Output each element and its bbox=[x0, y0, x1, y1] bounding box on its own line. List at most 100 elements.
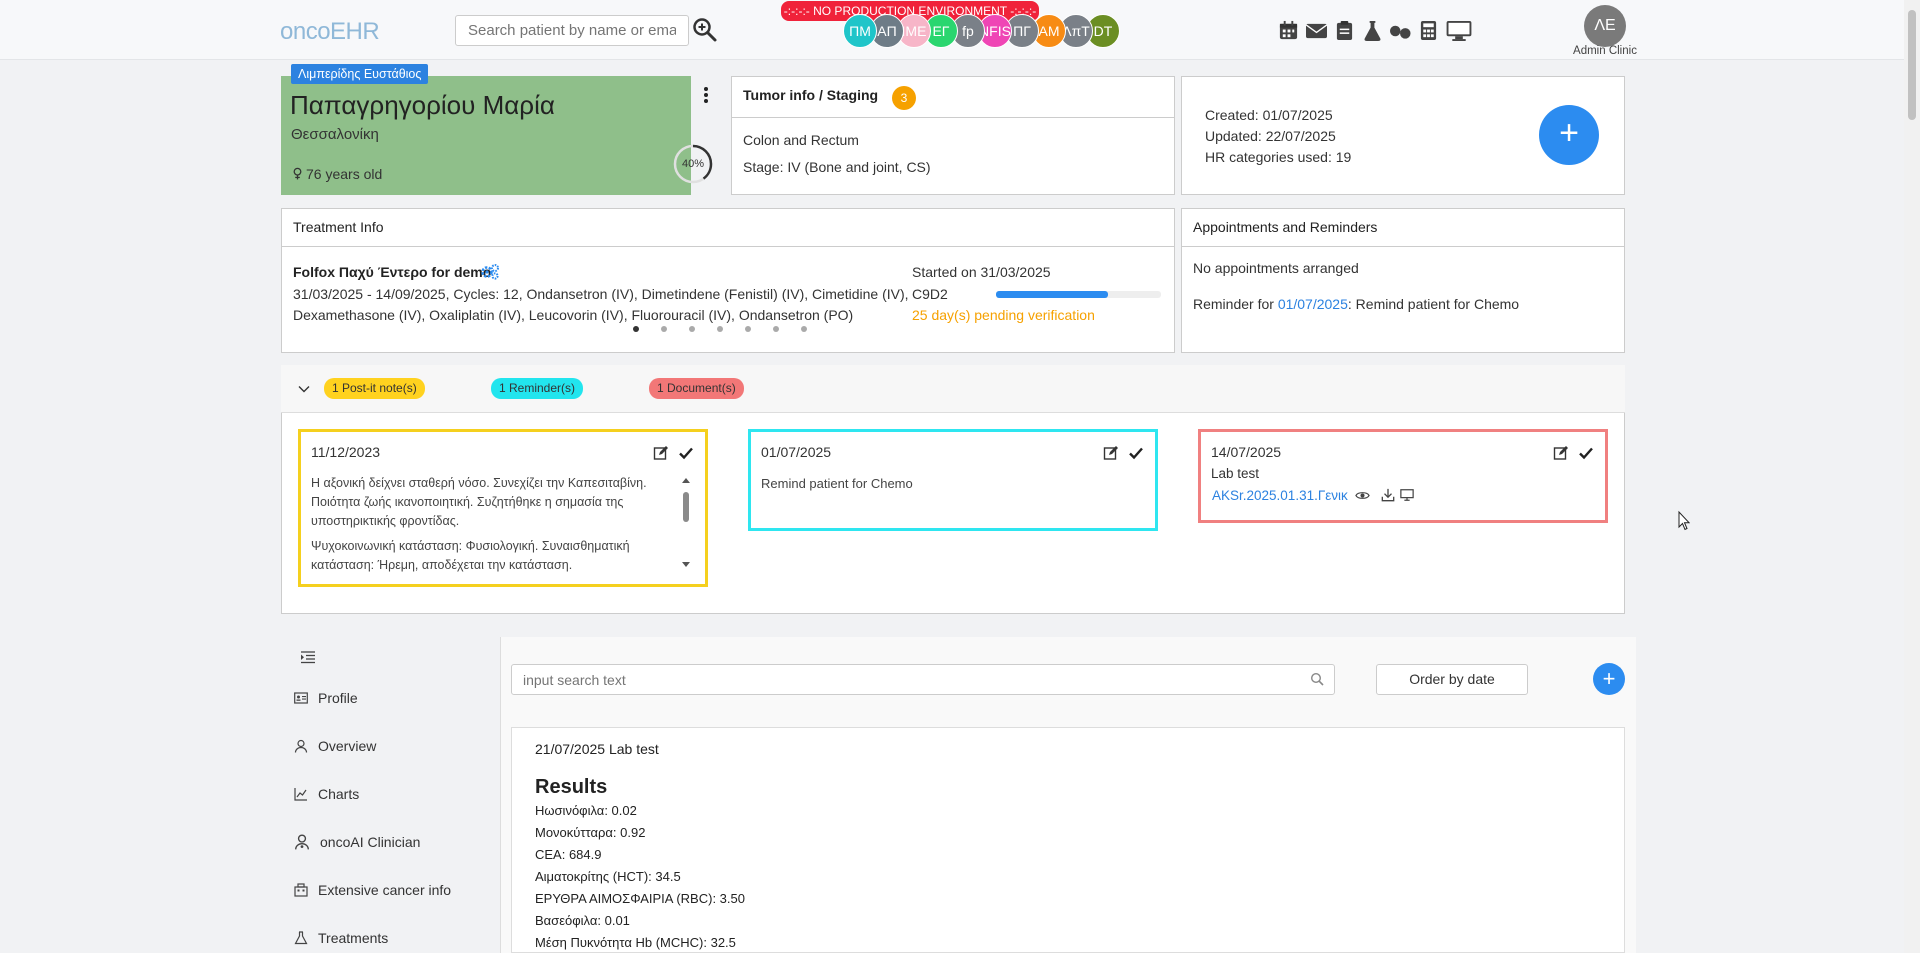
app-logo[interactable]: oncoEHR bbox=[280, 18, 380, 46]
sidebar-item-overview[interactable]: Overview bbox=[294, 731, 376, 761]
check-icon bbox=[1129, 447, 1143, 460]
sidebar-item-label: oncoAI Clinician bbox=[320, 834, 421, 850]
monitor-icon[interactable] bbox=[1444, 18, 1474, 42]
scrollbar-thumb[interactable] bbox=[1908, 10, 1916, 120]
patient-search-input[interactable] bbox=[455, 15, 689, 46]
sidebar-item-label: Overview bbox=[318, 738, 377, 754]
present-document-button[interactable] bbox=[1400, 488, 1416, 504]
download-document-button[interactable] bbox=[1381, 488, 1397, 504]
patient-menu-button[interactable] bbox=[700, 86, 712, 104]
result-row: Μέση Πυκνότητα Hb (MCHC): 32.5 bbox=[535, 935, 736, 950]
search-patient-button[interactable] bbox=[692, 17, 718, 43]
open-patient-avatar[interactable]: ΠΜ bbox=[843, 14, 877, 48]
sidebar-item-treatments[interactable]: Treatments bbox=[294, 923, 388, 953]
postit-date: 11/12/2023 bbox=[311, 444, 381, 460]
results-heading: Results bbox=[535, 776, 608, 798]
updated-date: Updated: 22/07/2025 bbox=[1205, 128, 1336, 144]
carousel-dot[interactable] bbox=[717, 326, 723, 332]
add-entry-button[interactable]: + bbox=[1593, 663, 1625, 695]
mouse-cursor-icon bbox=[1678, 510, 1690, 531]
patient-name: Παπαγρηγορίου Μαρία bbox=[290, 90, 555, 120]
created-date: Created: 01/07/2025 bbox=[1205, 107, 1333, 123]
result-row: CEA: 684.9 bbox=[535, 847, 602, 862]
indent-icon bbox=[301, 651, 315, 664]
edit-document-button[interactable] bbox=[1553, 445, 1569, 461]
tumor-stage: Stage: IV (Bone and joint, CS) bbox=[743, 159, 931, 175]
sidebar-item-oncoai-clinician[interactable]: oncoAI Clinician bbox=[294, 827, 420, 857]
notes-panel-header[interactable] bbox=[281, 365, 1625, 413]
user-avatar[interactable]: ΛΕ bbox=[1584, 5, 1626, 47]
result-row: Μονοκύτταρα: 0.92 bbox=[535, 825, 646, 840]
magnifier-plus-icon bbox=[693, 18, 717, 42]
edit-icon bbox=[653, 446, 668, 460]
clipboard-icon[interactable] bbox=[1332, 18, 1356, 42]
carousel-dot[interactable] bbox=[773, 326, 779, 332]
document-count-tag[interactable]: 1 Document(s) bbox=[649, 378, 744, 399]
eye-icon bbox=[1355, 492, 1370, 499]
user-icon bbox=[294, 739, 308, 753]
lab-result-title: 21/07/2025 Lab test bbox=[535, 741, 659, 757]
sidebar-item-charts[interactable]: Charts bbox=[294, 779, 359, 809]
result-row: Βασεόφιλα: 0.01 bbox=[535, 913, 630, 928]
postit-text-1: Η αξονική δείχνει σταθερή νόσο. Συνεχίζε… bbox=[311, 476, 647, 528]
sidebar-item-profile[interactable]: Profile bbox=[294, 683, 358, 713]
treatment-settings-button[interactable] bbox=[480, 263, 500, 281]
complete-postit-button[interactable] bbox=[678, 445, 694, 461]
document-date: 14/07/2025 bbox=[1211, 444, 1282, 460]
reminder-count-tag[interactable]: 1 Reminder(s) bbox=[491, 378, 584, 399]
flask-icon[interactable] bbox=[1360, 18, 1384, 42]
carousel-dot[interactable] bbox=[745, 326, 751, 332]
calendar-icon[interactable] bbox=[1276, 18, 1300, 42]
toolbar-icons bbox=[1276, 18, 1474, 42]
add-record-button[interactable]: + bbox=[1539, 105, 1599, 165]
treatment-cycle: C9D2 bbox=[912, 286, 948, 302]
view-document-button[interactable] bbox=[1355, 488, 1371, 504]
calculator-icon[interactable] bbox=[1416, 18, 1440, 42]
complete-reminder-button[interactable] bbox=[1128, 445, 1144, 461]
document-file-link[interactable]: AKSr.2025.01.31.Γενικ bbox=[1212, 486, 1352, 505]
tumor-count-badge: 3 bbox=[892, 86, 916, 110]
mail-icon[interactable] bbox=[1304, 18, 1328, 42]
patient-city: Θεσσαλονίκη bbox=[291, 126, 379, 143]
sidebar-item-extensive-cancer-info[interactable]: Extensive cancer info bbox=[294, 875, 451, 905]
complete-document-button[interactable] bbox=[1578, 445, 1594, 461]
carousel-dot[interactable] bbox=[801, 326, 807, 332]
check-icon bbox=[1579, 447, 1593, 460]
document-title: Lab test bbox=[1211, 466, 1260, 481]
chart-icon bbox=[294, 788, 307, 801]
patient-age: 76 years old bbox=[292, 166, 382, 182]
treatment-schedule-line2: Dexamethasone (IV), Oxaliplatin (IV), Le… bbox=[293, 307, 854, 323]
flask-icon bbox=[294, 931, 308, 945]
edit-postit-button[interactable] bbox=[653, 445, 669, 461]
treatment-card-title: Treatment Info bbox=[293, 219, 384, 235]
result-row: ΕΡΥΘΡΑ ΑΙΜΟΣΦΑΙΡΙΑ (RBC): 3.50 bbox=[535, 891, 745, 906]
gears-icon bbox=[481, 264, 499, 280]
carousel-dot[interactable] bbox=[633, 326, 639, 332]
collapse-notes-button[interactable] bbox=[298, 382, 310, 394]
appointments-card-title: Appointments and Reminders bbox=[1193, 219, 1378, 235]
postit-scrollbar[interactable] bbox=[681, 476, 691, 570]
result-row: Αιματοκρίτης (HCT): 34.5 bbox=[535, 869, 681, 884]
sidebar-item-label: Charts bbox=[318, 786, 360, 802]
treatment-name[interactable]: Folfox Παχύ Έντερο for demo bbox=[293, 264, 491, 280]
edit-reminder-button[interactable] bbox=[1103, 445, 1119, 461]
content-search-input[interactable] bbox=[511, 664, 1335, 695]
lab-result-card bbox=[511, 727, 1625, 953]
treatment-card-header bbox=[282, 209, 1174, 247]
hr-categories: HR categories used: 19 bbox=[1205, 149, 1352, 165]
postit-count-tag[interactable]: 1 Post-it note(s) bbox=[324, 378, 425, 399]
order-by-date-button[interactable]: Order by date bbox=[1376, 664, 1528, 695]
content-search-button[interactable] bbox=[1310, 672, 1324, 686]
reminder-date-link[interactable]: 01/07/2025 bbox=[1278, 296, 1348, 312]
tumor-card-title[interactable]: Tumor info / Staging bbox=[743, 87, 878, 103]
sidebar-item-label: Extensive cancer info bbox=[318, 882, 452, 898]
download-icon bbox=[1381, 488, 1395, 502]
kebab-menu-icon bbox=[704, 87, 708, 103]
pills-icon[interactable] bbox=[1388, 18, 1412, 42]
reminder-note-text: Remind patient for Chemo bbox=[761, 476, 913, 491]
treatment-progress-bar bbox=[996, 291, 1161, 298]
page-scrollbar[interactable] bbox=[1904, 0, 1920, 953]
carousel-dot[interactable] bbox=[689, 326, 695, 332]
carousel-dot[interactable] bbox=[661, 326, 667, 332]
sidebar-toggle-button[interactable] bbox=[300, 650, 316, 664]
